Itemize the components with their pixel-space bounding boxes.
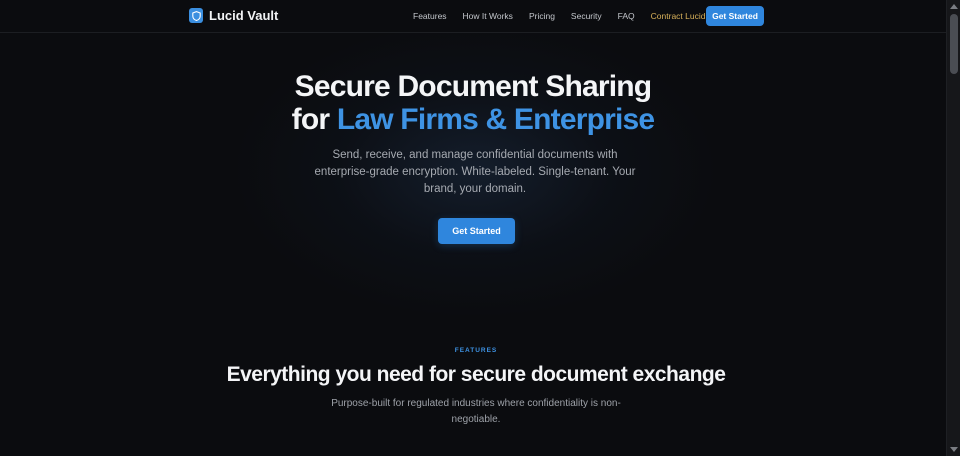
features-subtitle: Purpose-built for regulated industries w… — [331, 398, 621, 425]
hero-title-accent: Law Firms & Enterprise — [336, 103, 655, 136]
nav-link-features[interactable]: Features — [413, 11, 447, 21]
nav-link-contract-lucidity[interactable]: Contract Lucidity — [651, 11, 714, 21]
site-header: Lucid Vault Features How It Works Pricin… — [0, 0, 946, 33]
landing-page: Lucid Vault Features How It Works Pricin… — [0, 0, 960, 456]
scroll-down-icon[interactable] — [950, 447, 958, 452]
hero-title-line1: Secure Document Sharing — [294, 70, 653, 103]
scrollbar-thumb[interactable] — [950, 14, 958, 74]
shield-icon — [189, 8, 203, 23]
hero-title-prefix: for — [291, 103, 330, 136]
brand[interactable]: Lucid Vault — [189, 8, 278, 23]
nav-link-security[interactable]: Security — [571, 11, 602, 21]
scroll-up-icon[interactable] — [950, 4, 958, 9]
features-kicker: FEATURES — [454, 347, 498, 354]
hero-title: Secure Document Sharing for Law Firms & … — [0, 70, 946, 136]
brand-name: Lucid Vault — [209, 8, 279, 23]
page-scrollbar[interactable] — [946, 0, 960, 456]
hero-get-started-button[interactable]: Get Started — [438, 218, 515, 244]
nav-link-how-it-works[interactable]: How It Works — [463, 11, 513, 21]
features-title: Everything you need for secure document … — [226, 363, 726, 386]
hero-subtitle: Send, receive, and manage confidential d… — [314, 149, 636, 195]
nav-link-faq[interactable]: FAQ — [618, 11, 635, 21]
header-get-started-button[interactable]: Get Started — [706, 6, 764, 26]
nav-link-pricing[interactable]: Pricing — [529, 11, 555, 21]
main-nav: Features How It Works Pricing Security F… — [413, 11, 730, 21]
